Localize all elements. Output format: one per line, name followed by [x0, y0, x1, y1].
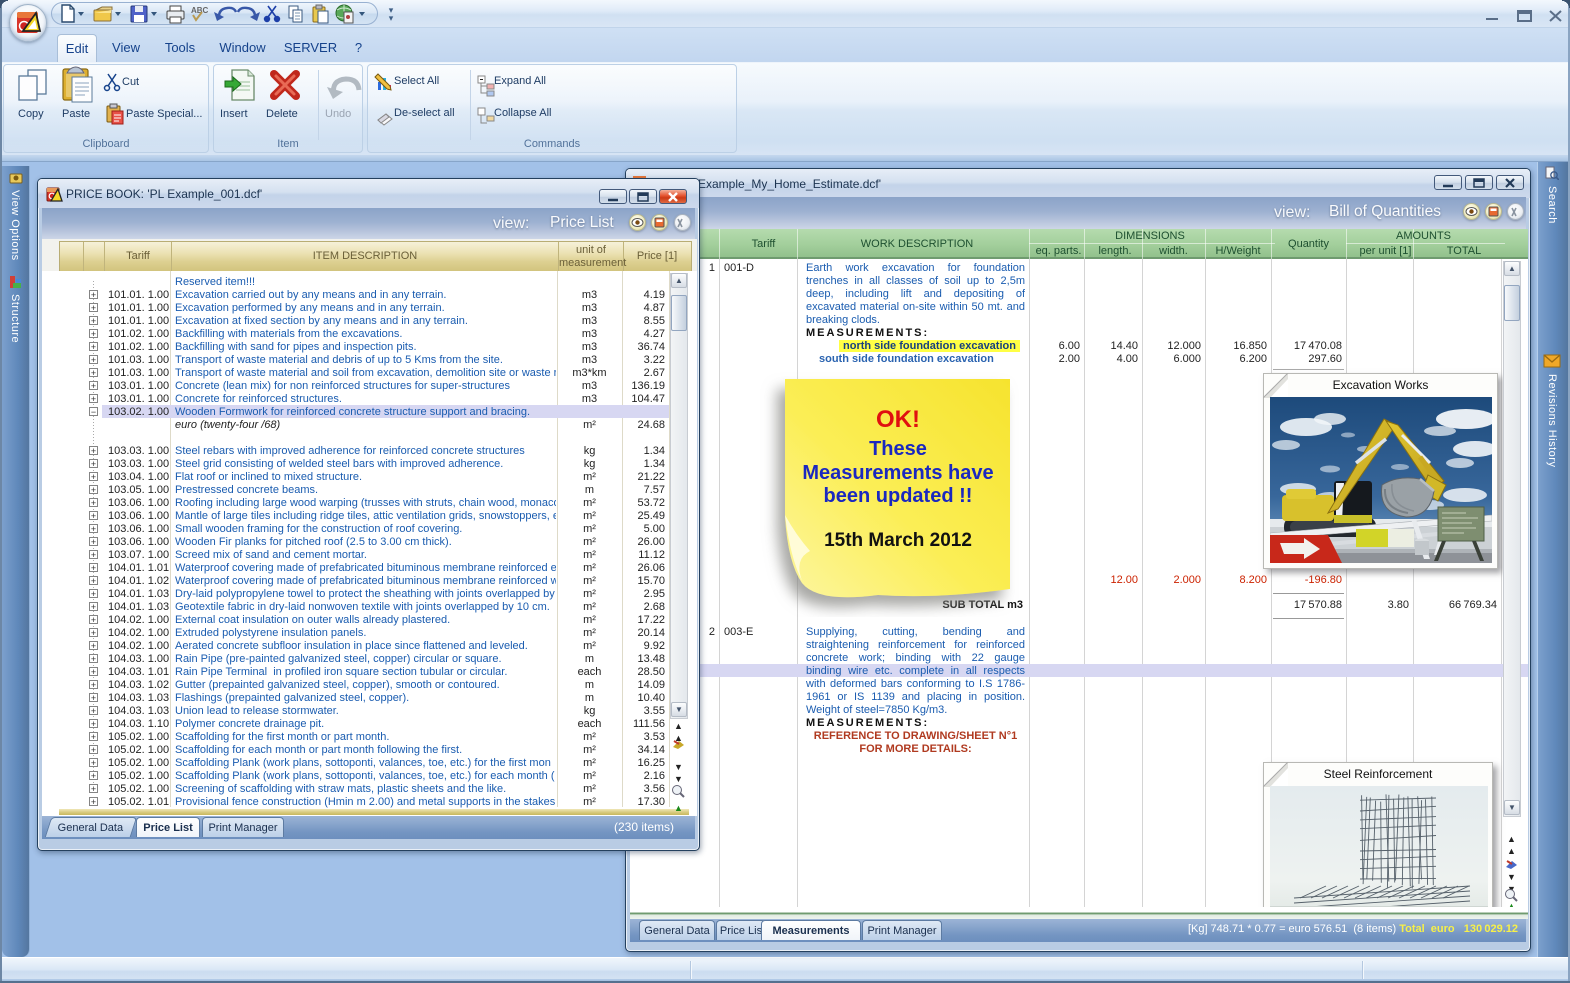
svg-text:OK!: OK!	[876, 406, 920, 433]
svg-text:Measurements have: Measurements have	[802, 462, 993, 484]
svg-text:been updated !!: been updated !!	[824, 485, 973, 507]
svg-text:These: These	[869, 438, 927, 460]
svg-text:15th March 2012: 15th March 2012	[824, 530, 972, 551]
